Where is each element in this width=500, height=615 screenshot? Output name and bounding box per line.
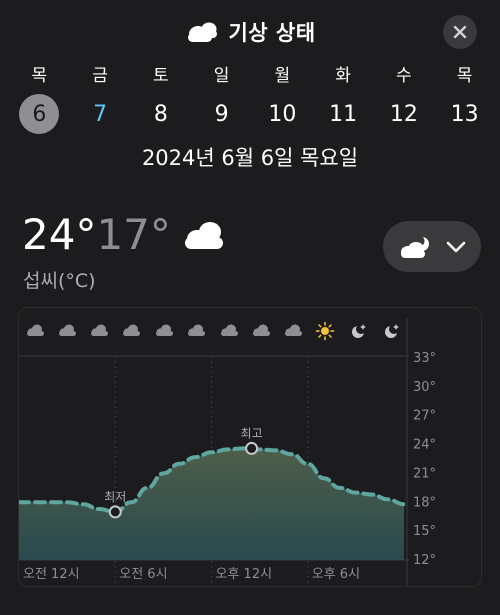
- day-item[interactable]: 화 11: [313, 64, 374, 134]
- cloud-icon: [188, 324, 205, 336]
- unit-label: 섭씨(°C): [23, 270, 96, 292]
- y-tick-label: 24°: [413, 438, 436, 453]
- day-item[interactable]: 월 10: [252, 64, 313, 134]
- moon-icon: [352, 324, 366, 338]
- hourly-temperature-chart[interactable]: 33° 30° 27° 24° 21° 18° 15° 12° 오전 12시 오전 6시 오후 12…: [18, 307, 482, 587]
- day-selector: 목6 금7 토8 일9 월 10 화 11 수 12 목 13: [9, 64, 495, 134]
- condition-picker-button[interactable]: [383, 221, 481, 272]
- y-tick-label: 30°: [413, 380, 436, 395]
- day-item[interactable]: 금7: [70, 64, 131, 134]
- x-tick-label: 오전 12시: [23, 567, 80, 582]
- high-temperature: 24°: [22, 210, 97, 259]
- cloud-icon: [188, 22, 218, 42]
- low-temperature: 17°: [96, 210, 171, 259]
- day-date: 9: [214, 101, 229, 127]
- day-of-week: 수: [396, 66, 412, 86]
- temperature-summary: 24° 17°: [22, 210, 227, 259]
- extreme-label: 최고: [241, 426, 263, 440]
- sun-icon: [315, 321, 335, 341]
- day-item[interactable]: 일9: [191, 64, 252, 134]
- header: 기상 상태: [0, 12, 500, 52]
- day-of-week: 화: [335, 66, 351, 86]
- day-item[interactable]: 목6: [9, 64, 70, 134]
- day-of-week: 목: [31, 66, 48, 86]
- cloud-icon: [184, 221, 223, 249]
- day-date: 12: [389, 101, 418, 127]
- cloud-icon: [285, 324, 302, 336]
- day-date: 6: [19, 94, 60, 134]
- y-tick-label: 21°: [413, 466, 436, 481]
- cloud-icon: [91, 324, 108, 336]
- page-title: 기상 상태: [228, 21, 316, 45]
- cloud-icon: [27, 324, 44, 336]
- day-of-week: 토: [153, 66, 169, 86]
- y-tick-label: 12°: [413, 553, 436, 568]
- day-date: 13: [450, 101, 479, 127]
- chevron-down-icon: [446, 241, 466, 252]
- selected-date-label: 2024년 6월 6일 목요일: [141, 146, 359, 170]
- day-item[interactable]: 목 13: [434, 64, 495, 134]
- extreme-marker: [245, 441, 259, 455]
- y-tick-label: 27°: [413, 409, 436, 424]
- x-tick-label: 오후 6시: [312, 567, 360, 582]
- y-tick-label: 15°: [413, 524, 436, 539]
- cloud-icon: [123, 324, 140, 336]
- day-date: 7: [93, 101, 108, 127]
- day-date: 10: [268, 101, 297, 127]
- cloud-icon: [221, 324, 238, 336]
- y-tick-label: 18°: [413, 495, 436, 510]
- extreme-marker: [108, 505, 122, 519]
- x-tick-label: 오후 12시: [216, 567, 273, 582]
- day-item[interactable]: 수 12: [374, 64, 435, 134]
- x-tick-label: 오전 6시: [119, 567, 167, 582]
- title-group: 기상 상태: [184, 17, 315, 47]
- day-of-week: 금: [92, 66, 108, 86]
- day-item[interactable]: 토8: [131, 64, 192, 134]
- day-of-week: 일: [213, 66, 230, 86]
- day-date: 8: [153, 101, 168, 127]
- cloud-moon-icon: [401, 235, 429, 258]
- y-tick-label: 33°: [413, 351, 436, 366]
- extreme-label: 최저: [104, 490, 126, 504]
- day-date: 11: [329, 101, 358, 127]
- cloud-icon: [59, 324, 76, 336]
- cloud-icon: [156, 324, 173, 336]
- day-of-week: 월: [274, 66, 291, 86]
- close-button[interactable]: [443, 15, 477, 49]
- day-of-week: 목: [456, 66, 473, 86]
- moon-icon: [385, 324, 399, 338]
- cloud-icon: [253, 324, 270, 336]
- chart-canvas: 33° 30° 27° 24° 21° 18° 15° 12° 오전 12시 오전 6시 오후 12…: [19, 318, 436, 586]
- close-icon: [453, 25, 467, 39]
